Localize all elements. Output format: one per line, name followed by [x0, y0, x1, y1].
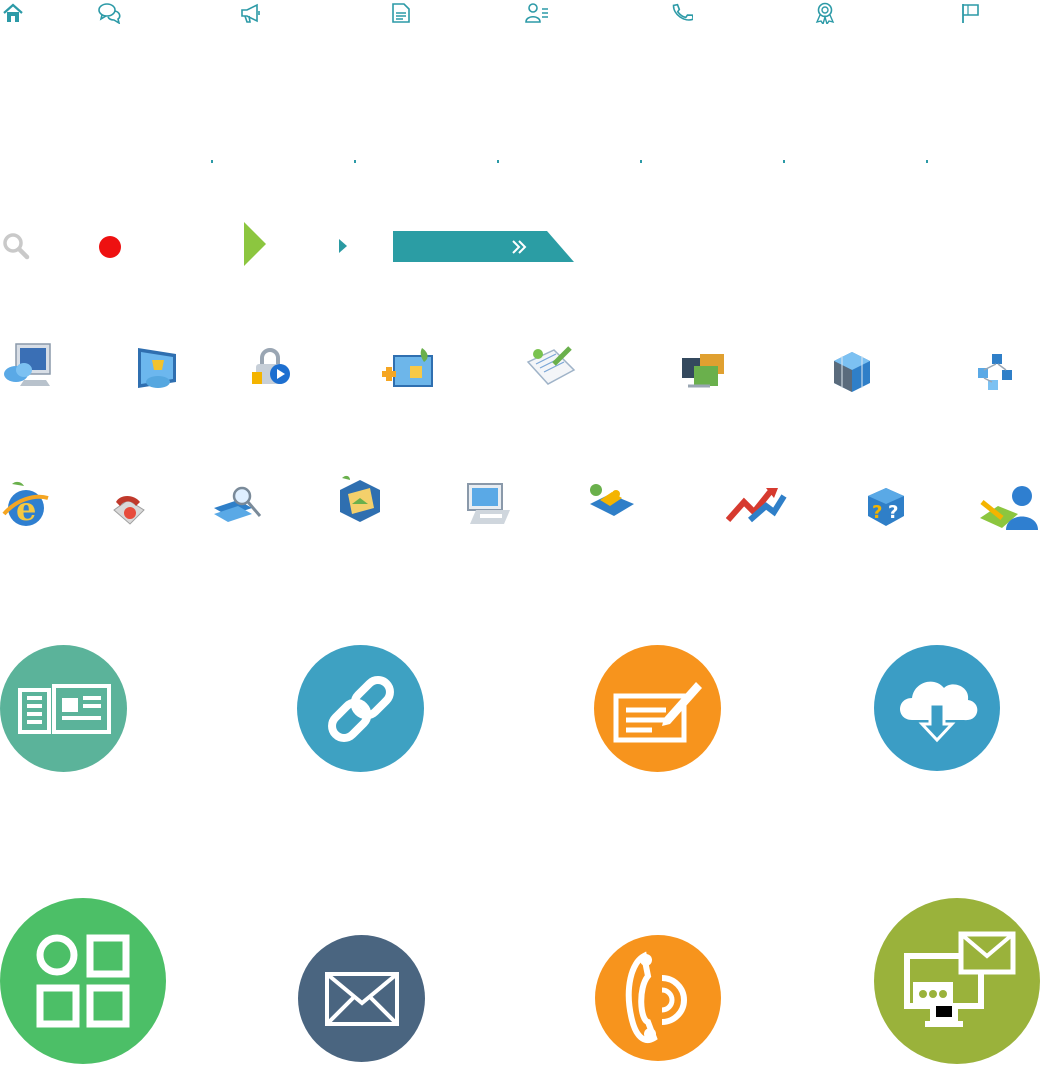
books-search-icon[interactable] [212, 484, 264, 526]
puzzle-icon[interactable] [586, 480, 638, 528]
play-arrow-large[interactable] [244, 222, 268, 266]
marker [354, 160, 356, 163]
user-messenger-icon[interactable] [978, 482, 1042, 534]
printer-monitor-icon[interactable] [462, 480, 514, 528]
flag-icon[interactable] [960, 2, 982, 24]
marker [640, 160, 642, 163]
phone-circle-icon[interactable] [595, 935, 721, 1061]
telephone-icon[interactable] [110, 488, 148, 530]
ie-browser-icon[interactable]: e [2, 478, 50, 530]
marker [783, 160, 785, 163]
news-circle-icon[interactable] [0, 645, 127, 772]
play-arrow-small[interactable] [339, 239, 348, 253]
network-nodes-icon[interactable] [976, 352, 1016, 392]
help-box-icon[interactable]: ?? [864, 484, 908, 530]
cloud-download-circle-icon[interactable] [874, 645, 1000, 771]
record-dot [99, 236, 121, 258]
monitor-mail-circle-icon[interactable] [874, 898, 1040, 1064]
growth-arrows-icon[interactable] [726, 484, 788, 526]
banner-button[interactable] [393, 231, 575, 263]
link-circle-icon[interactable] [297, 645, 424, 772]
document-icon[interactable] [390, 2, 412, 24]
photo-cube-icon[interactable] [336, 474, 384, 526]
question-mark: ? [872, 502, 882, 523]
cube-stack-icon[interactable] [830, 348, 874, 396]
marker [497, 160, 499, 163]
monitor-cloud-icon[interactable] [2, 340, 54, 390]
question-mark: ? [888, 502, 898, 523]
megaphone-icon[interactable] [240, 2, 262, 24]
apps-circle-icon[interactable] [0, 898, 166, 1064]
phone-icon[interactable] [671, 2, 693, 24]
edit-circle-icon[interactable] [594, 645, 721, 772]
search-icon[interactable] [2, 232, 30, 260]
home-icon[interactable] [2, 2, 24, 24]
marker [926, 160, 928, 163]
photo-gallery-icon[interactable] [680, 352, 728, 392]
screen-trophy-icon[interactable] [136, 344, 180, 392]
marker [211, 160, 213, 163]
user-list-icon[interactable] [525, 2, 548, 24]
add-window-icon[interactable] [376, 346, 438, 392]
mail-circle-icon[interactable] [298, 935, 425, 1062]
notepad-pencil-icon[interactable] [524, 344, 578, 392]
lock-play-icon[interactable] [250, 346, 294, 390]
chat-icon[interactable] [98, 2, 121, 24]
award-icon[interactable] [814, 2, 836, 24]
